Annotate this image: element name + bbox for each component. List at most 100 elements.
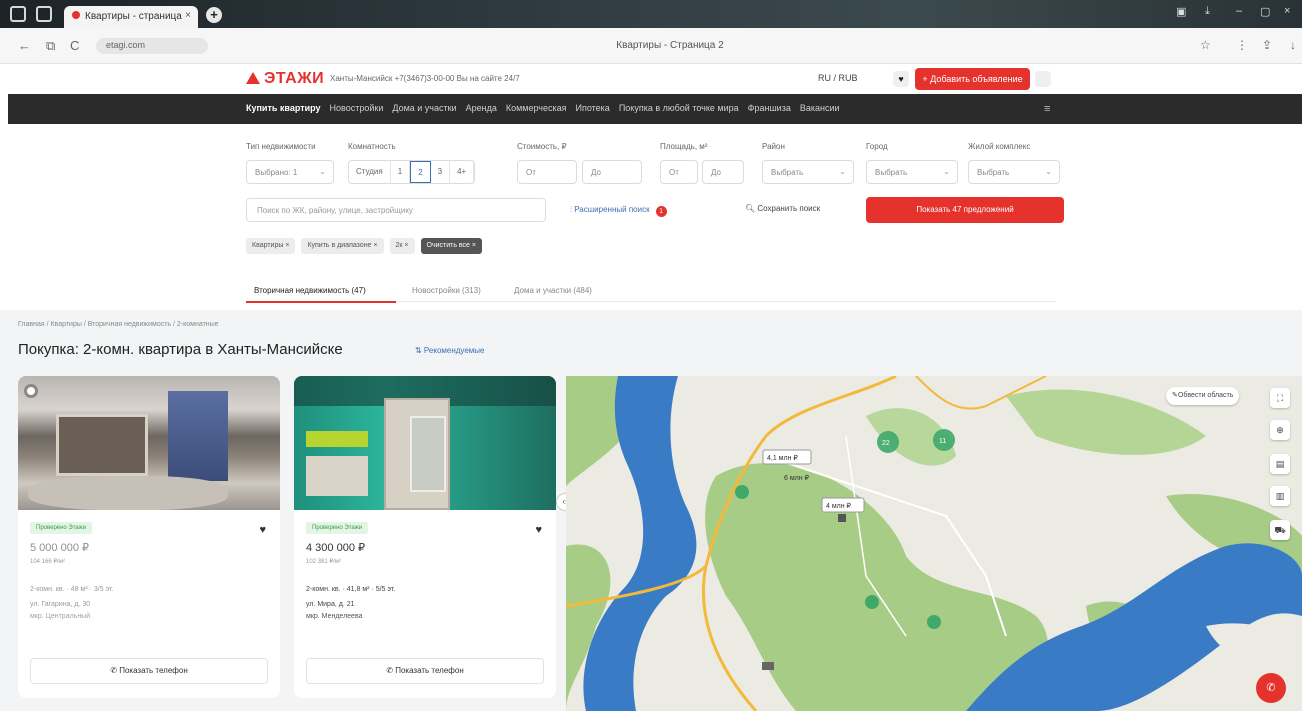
photo-cabinet: [56, 414, 148, 476]
chevron-down-icon: ⌄: [839, 167, 846, 176]
rooms-option[interactable]: 4+: [450, 161, 475, 183]
district-select[interactable]: Выбрать ⌄: [762, 160, 854, 184]
currency-selector[interactable]: RU / RUB: [818, 73, 858, 83]
favorite-heart-icon[interactable]: ♥: [535, 524, 542, 536]
user-icon[interactable]: [1035, 71, 1051, 87]
rooms-segmented-control: Студия 1 2 3 4+: [348, 160, 476, 184]
map-canvas[interactable]: 4,1 млн ₽ 6 млн ₽ 4 млн ₽ 22 11: [566, 376, 1302, 711]
rooms-option[interactable]: 2: [410, 161, 431, 183]
price-per-meter: 102 381 ₽/м²: [306, 559, 341, 565]
map-marker[interactable]: [735, 485, 749, 499]
map-price-label[interactable]: 4,1 млн ₽: [762, 449, 812, 465]
download-icon[interactable]: ↓: [1290, 38, 1296, 52]
property-type-select[interactable]: Выбрано: 1 ⌄: [246, 160, 334, 184]
filter-count-badge: 1: [655, 206, 667, 217]
maximize-icon[interactable]: ▢: [1260, 5, 1270, 18]
map-cluster-marker[interactable]: 11: [933, 429, 955, 451]
forward-icon[interactable]: ⧉: [46, 38, 55, 54]
layers-icon[interactable]: ▤: [1270, 454, 1290, 474]
nav-item[interactable]: Франшиза: [748, 103, 791, 113]
filter-chip[interactable]: Квартиры ×: [246, 238, 296, 254]
label-city: Город: [866, 142, 888, 151]
nav-item[interactable]: Покупка в любой точке мира: [619, 103, 739, 113]
category-tabs: Вторичная недвижимость (47) Новостройки …: [246, 280, 1056, 303]
browser-tab-active[interactable]: Квартиры - страница ×: [64, 6, 198, 28]
listing-card[interactable]: Проверено Этажи ♥ 4 300 000 ₽ 102 381 ₽/…: [294, 376, 556, 698]
locate-icon[interactable]: ⊕: [1270, 420, 1290, 440]
label-area: Площадь, м²: [660, 142, 708, 151]
map-cluster-marker[interactable]: 22: [877, 431, 899, 453]
browser-menu-icon[interactable]: [10, 6, 26, 22]
compare-icon[interactable]: [24, 384, 38, 398]
rooms-option[interactable]: 3: [431, 161, 451, 183]
search-input[interactable]: Поиск по ЖК, району, улице, застройщику: [246, 198, 546, 222]
reading-icon[interactable]: ⋮: [1236, 38, 1248, 52]
tab-houses[interactable]: Дома и участки (484): [514, 286, 592, 295]
listing-photo[interactable]: [18, 376, 280, 510]
map-price-label-text: 4,1 млн ₽: [767, 454, 798, 462]
cluster-count: 11: [939, 438, 946, 445]
nav-item[interactable]: Вакансии: [800, 103, 840, 113]
draw-area-button[interactable]: ✎Обвести область: [1166, 387, 1240, 405]
address-bar: ← ⧉ C etagi.com Квартиры - Страница 2 ☆ …: [0, 28, 1302, 64]
photo-rug: [28, 476, 228, 510]
nav-item[interactable]: Коммерческая: [506, 103, 567, 113]
tab-close-icon[interactable]: ×: [185, 10, 191, 21]
chat-icon[interactable]: ✆: [1256, 673, 1286, 703]
map-price-label[interactable]: 4 млн ₽: [821, 497, 865, 513]
favorite-heart-icon[interactable]: ♥: [259, 524, 266, 536]
nav-item[interactable]: Ипотека: [576, 103, 610, 113]
sort-selector[interactable]: ⇅ Рекомендуемые: [415, 346, 485, 355]
logo-icon: [246, 72, 260, 84]
downloads-icon[interactable]: ⤓: [1205, 5, 1210, 18]
nav-item[interactable]: Новостройки: [330, 103, 384, 113]
tab-new-buildings[interactable]: Новостройки (313): [412, 286, 481, 295]
url-field[interactable]: etagi.com: [96, 38, 208, 54]
close-window-icon[interactable]: ×: [1284, 5, 1290, 17]
extensions-icon[interactable]: ▣: [1176, 5, 1186, 18]
map-marker[interactable]: [927, 615, 941, 629]
extended-search-link[interactable]: ⫶ Расширенный поиск 1: [570, 205, 667, 217]
nav-item[interactable]: Купить квартиру: [246, 103, 321, 113]
share-icon[interactable]: ⇪: [1262, 38, 1272, 52]
map-marker[interactable]: [865, 595, 879, 609]
clear-filters-chip[interactable]: Очистить все ×: [420, 238, 482, 254]
show-phone-button[interactable]: ✆ Показать телефон: [30, 658, 268, 684]
filter-chip[interactable]: Купить в диапазоне ×: [301, 238, 384, 254]
new-tab-button[interactable]: +: [206, 7, 222, 23]
map-price-label-text: 6 млн ₽: [784, 474, 810, 482]
breadcrumb[interactable]: Главная / Квартиры / Вторичная недвижимо…: [18, 321, 219, 328]
map-panel[interactable]: 4,1 млн ₽ 6 млн ₽ 4 млн ₽ 22 11: [566, 376, 1302, 711]
tab-secondary[interactable]: Вторичная недвижимость (47): [254, 286, 366, 295]
workspace-icon[interactable]: [36, 6, 52, 22]
listing-photo[interactable]: [294, 376, 556, 510]
menu-icon[interactable]: ≡: [1044, 103, 1050, 115]
bookmark-icon[interactable]: ☆: [1200, 38, 1211, 52]
show-phone-button[interactable]: ✆ Показать телефон: [306, 658, 544, 684]
listing-card[interactable]: Проверено Этажи ♥ 5 000 000 ₽ 104 166 ₽/…: [18, 376, 280, 698]
show-results-button[interactable]: Показать 47 предложений: [866, 197, 1064, 223]
area-to-input[interactable]: До: [702, 160, 744, 184]
fullscreen-icon[interactable]: ⛶: [1270, 388, 1290, 408]
save-search-button[interactable]: 🔍︎ Сохранить поиск: [745, 204, 820, 213]
rooms-option[interactable]: 1: [391, 161, 411, 183]
back-icon[interactable]: ←: [18, 38, 31, 53]
reload-icon[interactable]: C: [70, 38, 79, 53]
map-price-label-text: 4 млн ₽: [826, 502, 852, 510]
filter-chip[interactable]: 2к ×: [389, 238, 415, 254]
nav-item[interactable]: Дома и участки: [392, 103, 456, 113]
transport-icon[interactable]: ⛟: [1270, 520, 1290, 540]
city-select[interactable]: Выбрать ⌄: [866, 160, 958, 184]
site-logo[interactable]: ЭТАЖИ: [246, 70, 324, 88]
price-to-input[interactable]: До: [582, 160, 642, 184]
price-from-input[interactable]: От: [517, 160, 577, 184]
favorites-button[interactable]: ♥: [893, 71, 909, 87]
rooms-option[interactable]: Студия: [349, 161, 391, 183]
complex-select[interactable]: Выбрать ⌄: [968, 160, 1060, 184]
nav-item[interactable]: Аренда: [466, 103, 497, 113]
browser-tab-bar: Квартиры - страница × + ▣ ⤓ – ▢ ×: [0, 0, 1302, 28]
area-from-input[interactable]: От: [660, 160, 698, 184]
add-ad-button[interactable]: + Добавить объявление: [915, 68, 1030, 90]
minimize-icon[interactable]: –: [1236, 5, 1242, 17]
school-icon[interactable]: ▥: [1270, 486, 1290, 506]
